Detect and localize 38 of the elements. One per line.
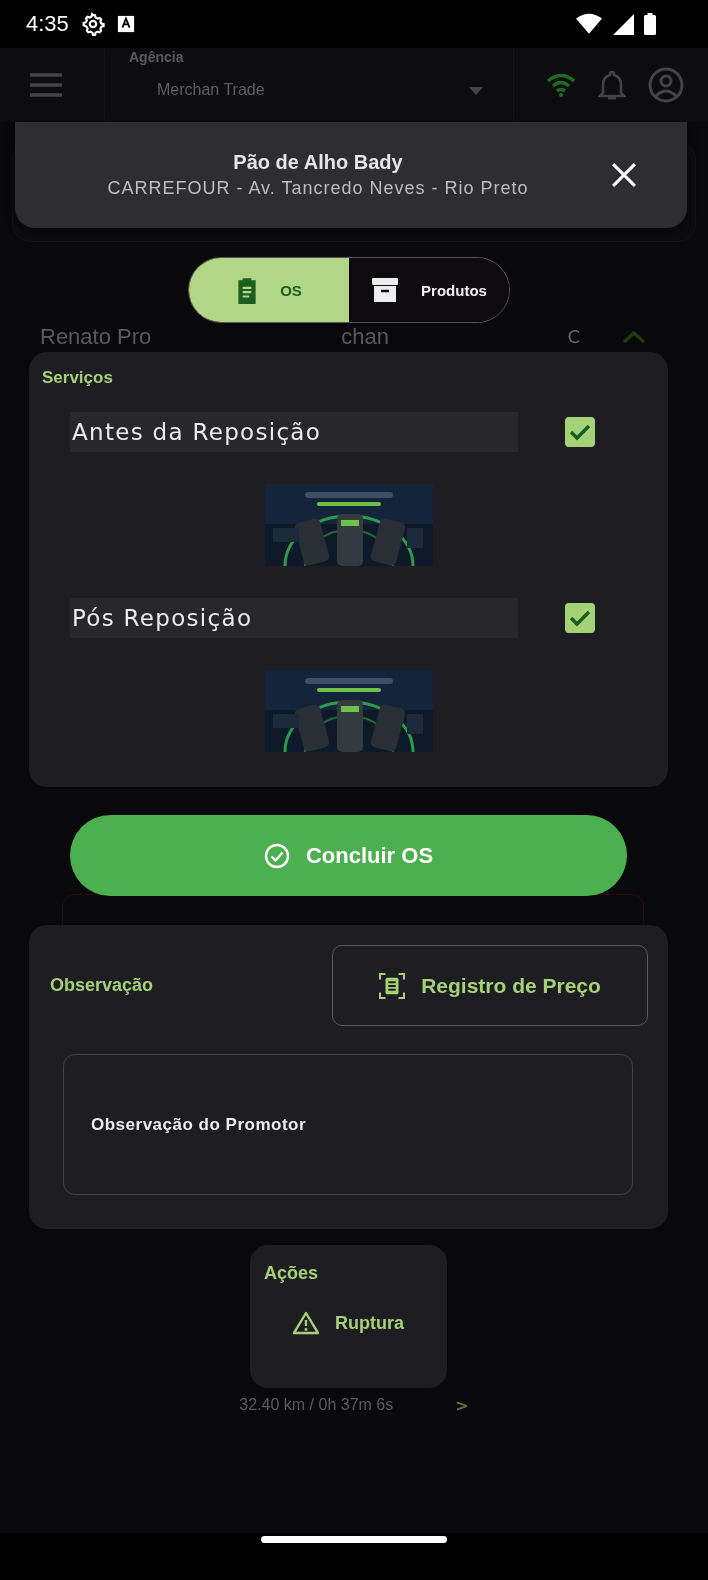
scan-document-icon (379, 972, 406, 999)
archive-icon (371, 277, 400, 303)
clipboard-icon (236, 276, 259, 304)
next-link[interactable]: > (455, 1396, 469, 1415)
tab[interactable]: OS (189, 258, 349, 322)
rupture-button[interactable]: Ruptura (287, 1310, 410, 1336)
service-label: Pós Reposição (70, 598, 518, 638)
dropdown-caret-icon (469, 87, 483, 95)
checkbox[interactable] (565, 603, 595, 633)
store-title: Pão de Alho Bady (233, 151, 403, 174)
agency-label: Agência (129, 49, 184, 65)
settings-icon (80, 12, 105, 36)
tab[interactable]: Produtos (349, 258, 509, 322)
column-label: C (567, 326, 580, 348)
signal-icon (612, 13, 634, 35)
promoter-name: Renato Pro (40, 324, 152, 350)
warning-icon (293, 1311, 319, 1335)
close-icon[interactable] (611, 162, 637, 188)
service-label: Antes da Reposição (70, 412, 518, 452)
panel-title: Observação (50, 975, 154, 996)
collapse-caret-icon[interactable] (622, 330, 646, 344)
keyboard-icon (116, 15, 135, 33)
store-address: CARREFOUR - Av. Tancredo Neves - Rio Preto (107, 178, 529, 199)
bell-icon[interactable] (598, 69, 626, 101)
price-register-button[interactable]: Registro de Preço (332, 945, 648, 1026)
checkbox[interactable] (565, 417, 595, 447)
wifi-icon (576, 13, 602, 35)
panel-title: Serviços (42, 368, 114, 388)
battery-icon (644, 12, 656, 36)
wifi-icon (546, 73, 576, 97)
promoter-name: chan (341, 324, 390, 350)
menu-icon[interactable] (30, 73, 62, 97)
status-time: 4:35 (26, 11, 69, 37)
check-circle-icon (263, 842, 290, 869)
distance-text: 32.40 km / 0h 37m 6s (239, 1396, 394, 1415)
observation-field[interactable]: Observação do Promotor (63, 1054, 633, 1195)
panel-title: Ações (264, 1263, 320, 1284)
account-icon[interactable] (648, 67, 684, 103)
